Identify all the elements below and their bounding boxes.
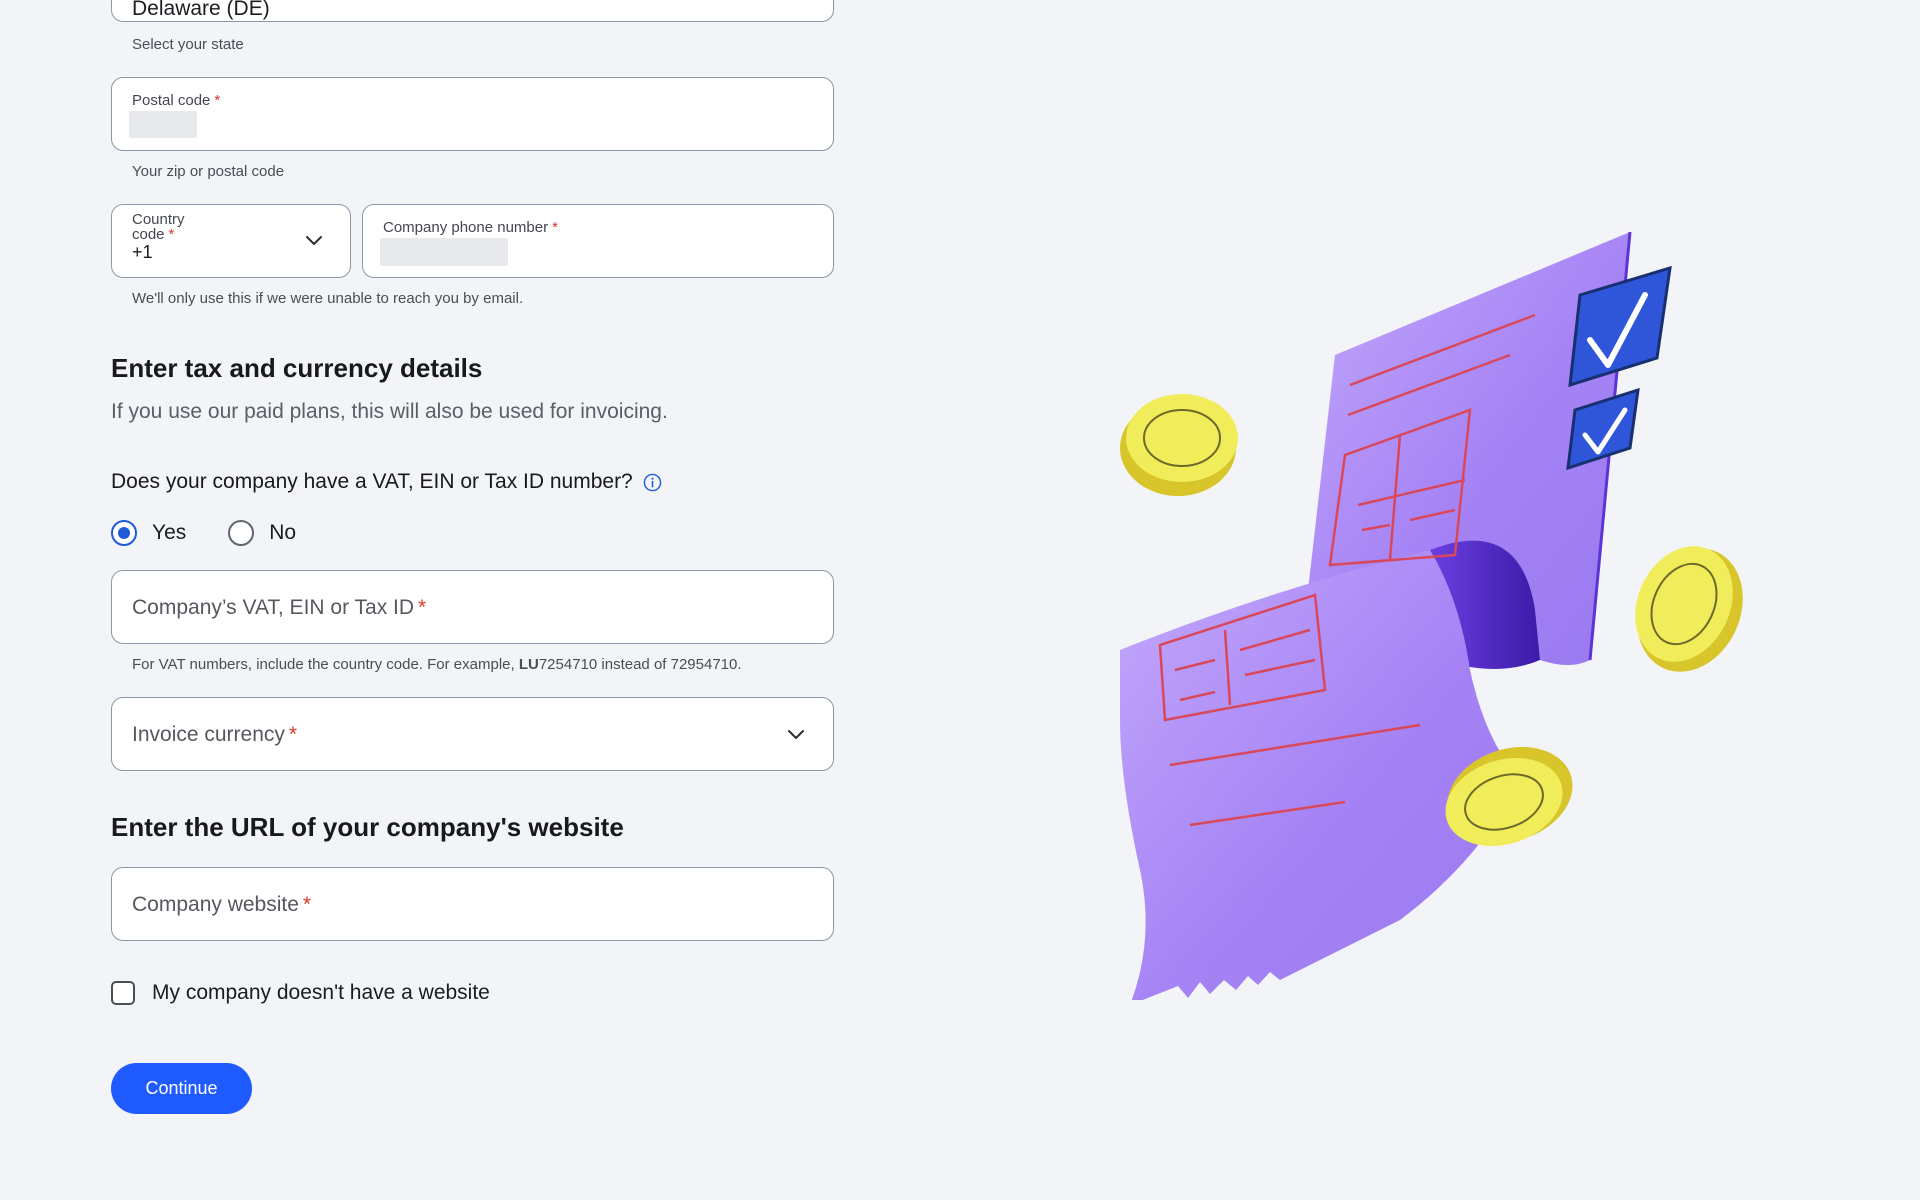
coin-top-left [1120,394,1238,496]
invoice-currency-select[interactable]: Invoice currency * [111,697,834,771]
postal-code-redacted-value [129,111,197,138]
company-phone-label: Company phone number * [383,219,558,236]
website-section-heading: Enter the URL of your company's website [111,812,624,842]
country-code-label: Country code * [132,212,185,242]
radio-yes-label[interactable]: Yes [152,521,186,545]
country-code-value: +1 [132,242,153,262]
company-website-label-text: Company website [132,893,299,916]
no-website-row: My company doesn't have a website [111,981,490,1005]
tax-id-helper-prefix: For VAT numbers, include the country cod… [132,656,519,673]
company-phone-helper: We'll only use this if we were unable to… [132,290,524,307]
postal-code-label: Postal code * [132,92,220,109]
postal-code-label-text: Postal code [132,92,211,109]
tax-id-radio-group: Yes No [111,520,296,546]
company-website-label: Company website * [132,893,311,917]
invoice-currency-label: Invoice currency * [132,723,297,747]
country-code-select[interactable]: Country code * +1 [111,204,351,278]
country-code-label-line2: code [132,226,165,243]
company-phone-field[interactable]: Company phone number * [362,204,834,278]
page: Delaware (DE) Select your state Postal c… [0,0,1920,1200]
required-marker: * [418,596,427,619]
no-website-label[interactable]: My company doesn't have a website [152,981,490,1005]
tax-section-subtitle: If you use our paid plans, this will als… [111,400,668,423]
state-select[interactable]: Delaware (DE) [111,0,834,22]
tax-id-question: Does your company have a VAT, EIN or Tax… [111,470,662,494]
tax-id-helper-suffix: 7254710 instead of 72954710. [538,656,742,673]
company-phone-label-text: Company phone number [383,219,549,236]
tax-id-label: Company’s VAT, EIN or Tax ID * [132,596,426,620]
continue-button[interactable]: Continue [111,1063,252,1114]
chevron-down-icon [306,236,322,245]
required-marker: * [288,723,298,746]
tax-id-field[interactable]: Company’s VAT, EIN or Tax ID * [111,570,834,644]
required-marker: * [214,92,221,109]
tax-id-helper: For VAT numbers, include the country cod… [132,656,742,673]
info-icon[interactable] [643,473,662,492]
invoice-currency-label-text: Invoice currency [132,723,285,746]
radio-no[interactable] [228,520,255,546]
tax-section-heading: Enter tax and currency details [111,353,483,383]
required-marker: * [302,893,312,916]
state-value: Delaware (DE) [132,0,270,20]
invoice-illustration [1120,231,1743,1000]
no-website-checkbox[interactable] [111,981,135,1005]
radio-yes[interactable] [111,520,137,546]
tax-id-label-text: Company’s VAT, EIN or Tax ID [132,596,415,619]
postal-code-field[interactable]: Postal code * [111,77,834,151]
tax-id-question-text: Does your company have a VAT, EIN or Tax… [111,470,633,493]
chevron-down-icon [788,730,804,739]
state-helper: Select your state [132,36,244,53]
tax-id-helper-bold: LU [518,656,539,673]
company-website-field[interactable]: Company website * [111,867,834,941]
postal-code-helper: Your zip or postal code [132,163,285,180]
required-marker: * [168,226,175,243]
company-phone-redacted-value [380,238,508,266]
required-marker: * [552,219,558,236]
radio-no-label[interactable]: No [269,521,296,545]
coin-right [1635,546,1743,672]
